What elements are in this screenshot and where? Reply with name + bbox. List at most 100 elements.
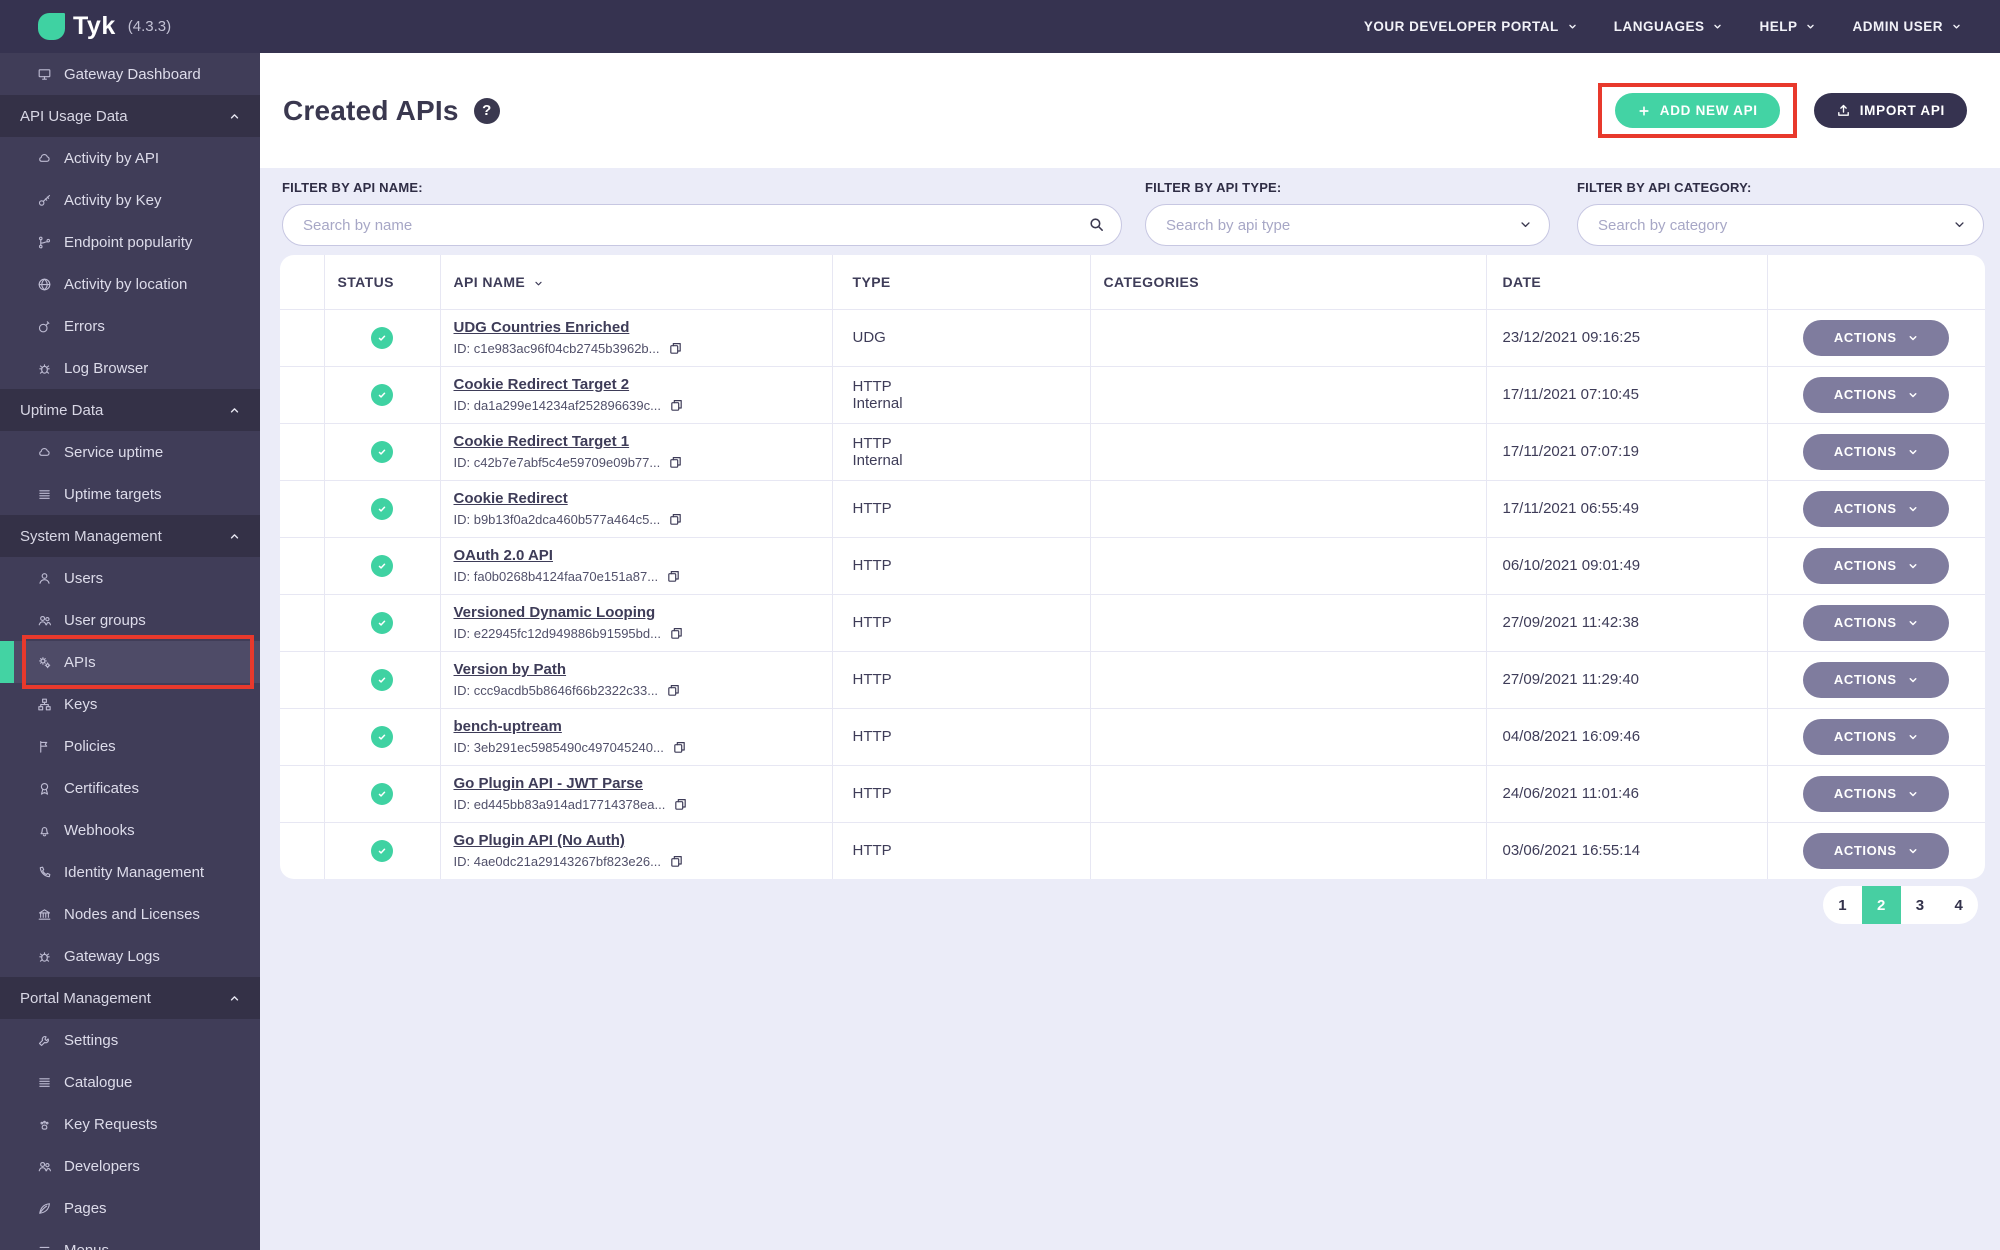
import-api-button[interactable]: IMPORT API <box>1813 93 1967 128</box>
copy-id-button[interactable] <box>666 683 681 698</box>
sidebar-item-service-uptime[interactable]: Service uptime <box>0 431 260 473</box>
sidebar-item-users[interactable]: Users <box>0 557 260 599</box>
column-header-type: TYPE <box>832 255 1091 310</box>
check-icon <box>378 449 386 455</box>
api-name-link[interactable]: Versioned Dynamic Looping <box>454 604 656 621</box>
copy-id-button[interactable] <box>669 854 684 869</box>
sidebar-item-certificates[interactable]: Certificates <box>0 767 260 809</box>
api-name-link[interactable]: Cookie Redirect <box>454 490 568 507</box>
sidebar-item-apis[interactable]: APIs <box>0 635 260 689</box>
plus-icon-slot <box>1637 103 1651 118</box>
actions-button[interactable]: ACTIONS <box>1803 775 1950 812</box>
topbar-menu-help[interactable]: HELP <box>1759 19 1816 34</box>
chevron-down-icon[interactable] <box>533 278 544 289</box>
sidebar-item-errors[interactable]: Errors <box>0 305 260 347</box>
sidebar-item-gateway-logs[interactable]: Gateway Logs <box>0 935 260 977</box>
sidebar-item-identity-management[interactable]: Identity Management <box>0 851 260 893</box>
api-categories-cell <box>1090 536 1487 594</box>
copy-id-button[interactable] <box>673 797 688 812</box>
annotation-highlight-apis <box>22 635 254 689</box>
sidebar-item-pages[interactable]: Pages <box>0 1187 260 1229</box>
sidebar-section-uptime-data[interactable]: Uptime Data <box>0 389 260 431</box>
filter-icon-slot[interactable] <box>1952 216 1967 234</box>
copy-id-button[interactable] <box>666 569 681 584</box>
sidebar-item-activity-by-api[interactable]: Activity by API <box>0 137 260 179</box>
api-name-link[interactable]: Version by Path <box>454 661 567 678</box>
page-button-4[interactable]: 4 <box>1939 886 1978 924</box>
sidebar-item-activity-by-location[interactable]: Activity by location <box>0 263 260 305</box>
actions-button[interactable]: ACTIONS <box>1803 604 1950 641</box>
sidebar-item-label: Activity by API <box>64 149 160 167</box>
api-name-link[interactable]: Go Plugin API - JWT Parse <box>454 775 643 792</box>
page-button-3[interactable]: 3 <box>1901 886 1940 924</box>
api-date-cell: 23/12/2021 09:16:25 <box>1486 309 1768 366</box>
sidebar-item-settings[interactable]: Settings <box>0 1019 260 1061</box>
api-name-link[interactable]: Go Plugin API (No Auth) <box>454 832 625 849</box>
sidebar-section-portal-management[interactable]: Portal Management <box>0 977 260 1019</box>
sidebar-item-user-groups[interactable]: User groups <box>0 599 260 641</box>
sidebar-item-uptime-targets[interactable]: Uptime targets <box>0 473 260 515</box>
copy-id-button[interactable] <box>669 398 684 413</box>
copy-icon <box>671 856 682 868</box>
api-name-cell: Cookie Redirect Target 1 ID: c42b7e7abf5c… <box>440 422 833 480</box>
actions-button[interactable]: ACTIONS <box>1803 490 1950 527</box>
sidebar-item-keys[interactable]: Keys <box>0 683 260 725</box>
api-id: ID: ccc9acdb5b8646f66b2322c33... <box>453 683 659 698</box>
sidebar-item-key-requests[interactable]: Key Requests <box>0 1103 260 1145</box>
sidebar-item-log-browser[interactable]: Log Browser <box>0 347 260 389</box>
sidebar-item-nodes-and-licenses[interactable]: Nodes and Licenses <box>0 893 260 935</box>
api-name-link[interactable]: Cookie Redirect Target 1 <box>454 433 630 450</box>
page-button-1[interactable]: 1 <box>1823 886 1862 924</box>
actions-button[interactable]: ACTIONS <box>1803 832 1950 869</box>
actions-button[interactable]: ACTIONS <box>1803 661 1950 698</box>
api-categories-cell <box>1090 707 1487 765</box>
users-icon <box>38 615 51 625</box>
sidebar-item-catalogue[interactable]: Catalogue <box>0 1061 260 1103</box>
copy-id-button[interactable] <box>668 512 683 527</box>
actions-button[interactable]: ACTIONS <box>1803 547 1950 584</box>
select-input-filter-by-api-type[interactable] <box>1145 204 1550 246</box>
sort-chevron-slot[interactable] <box>533 274 544 290</box>
sidebar-section-system-management[interactable]: System Management <box>0 515 260 557</box>
select-input-filter-by-api-category[interactable] <box>1577 204 1984 246</box>
sidebar-item-developers[interactable]: Developers <box>0 1145 260 1187</box>
sidebar-item-menus[interactable]: Menus <box>0 1229 260 1250</box>
sidebar-item-policies[interactable]: Policies <box>0 725 260 767</box>
topbar-menu-languages[interactable]: LANGUAGES <box>1614 19 1724 34</box>
copy-id-button[interactable] <box>668 341 683 356</box>
filter-icon-slot[interactable] <box>1518 216 1533 234</box>
api-name-link[interactable]: Cookie Redirect Target 2 <box>454 376 630 393</box>
sidebar-item-endpoint-popularity[interactable]: Endpoint popularity <box>0 221 260 263</box>
chevron-up-icon <box>230 995 239 1001</box>
api-name-link[interactable]: bench-uptream <box>454 718 562 735</box>
chevron-down-icon[interactable] <box>1518 217 1533 232</box>
sidebar-section-api-usage-data[interactable]: API Usage Data <box>0 95 260 137</box>
sidebar-item-label: Activity by location <box>64 275 188 293</box>
sidebar-item-gateway-dashboard[interactable]: Gateway Dashboard <box>0 53 260 95</box>
sidebar-section-label: API Usage Data <box>20 107 128 125</box>
api-name-link[interactable]: UDG Countries Enriched <box>454 319 630 336</box>
actions-button[interactable]: ACTIONS <box>1803 433 1950 470</box>
page-button-2[interactable]: 2 <box>1861 886 1901 924</box>
help-icon[interactable]: ? <box>473 97 500 124</box>
add-new-api-button[interactable]: ADD NEW API <box>1614 93 1780 128</box>
actions-button[interactable]: ACTIONS <box>1803 376 1950 413</box>
copy-id-button[interactable] <box>672 740 687 755</box>
api-date-cell: 24/06/2021 11:01:46 <box>1486 764 1768 822</box>
api-name-link[interactable]: OAuth 2.0 API <box>454 547 553 564</box>
copy-id-button[interactable] <box>668 455 683 470</box>
search-input[interactable] <box>282 204 1122 246</box>
sidebar-item-webhooks[interactable]: Webhooks <box>0 809 260 851</box>
chevron-down-icon[interactable] <box>1952 217 1967 232</box>
actions-button[interactable]: ACTIONS <box>1803 319 1950 356</box>
actions-button[interactable]: ACTIONS <box>1803 718 1950 755</box>
upload-icon-slot <box>1836 103 1851 119</box>
topbar-menu-admin-user[interactable]: ADMIN USER <box>1852 19 1962 34</box>
copy-id-button[interactable] <box>669 626 684 641</box>
filter-filter-by-api-name: FILTER BY API NAME: <box>282 180 1122 246</box>
sidebar-item-activity-by-key[interactable]: Activity by Key <box>0 179 260 221</box>
actions-cell: ACTIONS <box>1767 707 1985 765</box>
status-cell <box>324 593 441 651</box>
column-header-api-name: API NAME <box>440 255 833 310</box>
topbar-menu-your-developer-portal[interactable]: YOUR DEVELOPER PORTAL <box>1364 19 1578 34</box>
